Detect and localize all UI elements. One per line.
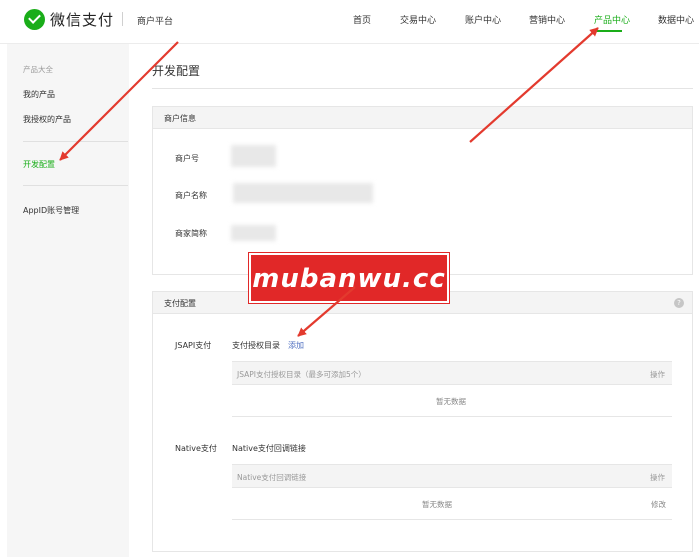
logo-text: 微信支付 [50,10,115,29]
sidebar: 产品大全 我的产品 我授权的产品 开发配置 AppID账号管理 [7,44,129,557]
jsapi-column-dir: JSAPI支付授权目录（最多可添加5个） [237,370,366,379]
wechat-pay-logo[interactable]: 微信支付 [24,8,114,30]
sidebar-divider [23,141,128,142]
nav-data-center[interactable]: 数据中心 [658,13,694,33]
merchant-name-label: 商户名称 [175,191,207,200]
payment-config-title: 支付配置 [164,299,196,308]
wechat-pay-icon [24,8,45,30]
jsapi-auth-dir-label: 支付授权目录 [232,341,280,350]
native-callback-label: Native支付回调链接 [232,444,306,453]
jsapi-empty-text: 暂无数据 [436,397,466,406]
question-circle-icon[interactable]: ? [674,298,684,308]
sidebar-item-authorized-products[interactable]: 我授权的产品 [23,114,71,125]
nav-home[interactable]: 首页 [353,13,371,33]
sidebar-item-appid-management[interactable]: AppID账号管理 [23,205,79,216]
native-empty-text: 暂无数据 [422,500,452,509]
jsapi-table-empty-row: 暂无数据 [232,385,672,417]
payment-config-panel: 支付配置 ? JSAPI支付 支付授权目录 添加 JSAPI支付授权目录（最多可… [152,291,693,552]
nav-active-underline [594,30,622,32]
native-pay-label: Native支付 [175,444,217,453]
watermark-text: mubanwu.cc [252,264,446,294]
sidebar-item-dev-config[interactable]: 开发配置 [23,159,55,170]
merchant-short-name-label: 商家简称 [175,229,207,238]
nav-marketing-center[interactable]: 营销中心 [529,13,565,33]
merchant-info-header: 商户信息 [153,107,692,129]
watermark-banner: mubanwu.cc [249,253,449,303]
native-column-action: 操作 [650,473,665,482]
merchant-short-name-value-redacted [231,225,276,241]
jsapi-table-header: JSAPI支付授权目录（最多可添加5个） 操作 [232,361,672,385]
logo-divider [122,12,123,26]
native-column-url: Native支付回调链接 [237,473,307,482]
native-table-header: Native支付回调链接 操作 [232,464,672,488]
sidebar-group-title: 产品大全 [23,65,53,74]
merchant-name-value-redacted [233,183,373,203]
sidebar-item-my-products[interactable]: 我的产品 [23,89,55,100]
title-divider [152,88,693,89]
native-edit-link[interactable]: 修改 [651,499,666,510]
page-title: 开发配置 [152,64,201,78]
jsapi-column-action: 操作 [650,370,665,379]
top-header: 微信支付 商户平台 首页 交易中心 账户中心 营销中心 产品中心 数据中心 [0,0,699,44]
native-table-empty-row: 暂无数据 修改 [232,488,672,520]
jsapi-add-link[interactable]: 添加 [288,340,304,351]
platform-name: 商户平台 [137,17,174,27]
nav-trade-center[interactable]: 交易中心 [400,13,436,33]
jsapi-pay-label: JSAPI支付 [175,341,212,350]
merchant-info-title: 商户信息 [164,114,196,123]
nav-account-center[interactable]: 账户中心 [465,13,501,33]
merchant-id-value-redacted [231,145,276,167]
merchant-info-panel: 商户信息 商户号 商户名称 商家简称 [152,106,693,275]
merchant-id-label: 商户号 [175,154,199,163]
sidebar-divider [23,185,128,186]
